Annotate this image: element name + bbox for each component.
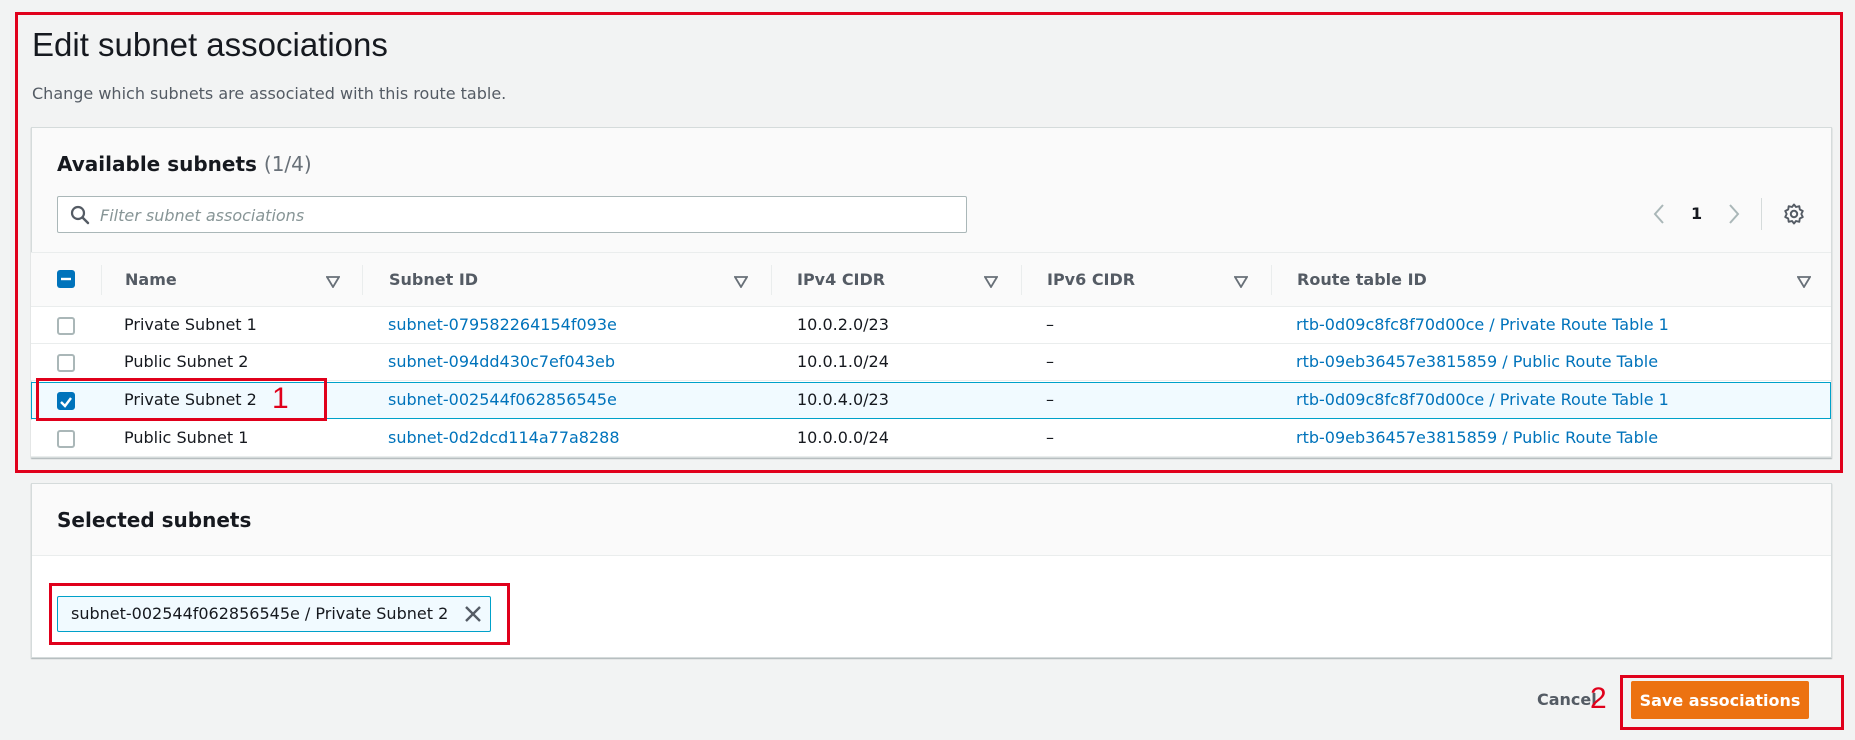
row-checkbox[interactable] — [57, 317, 75, 335]
available-subnets-count: (1/4) — [263, 152, 312, 176]
chevron-right-icon[interactable] — [1727, 203, 1741, 229]
filter-search-box[interactable] — [57, 196, 967, 233]
row-name: Public Subnet 1 — [124, 428, 249, 447]
row-ipv4-cidr: 10.0.2.0/23 — [797, 315, 889, 334]
available-subnets-label: Available subnets — [57, 152, 257, 176]
row-name: Private Subnet 2 — [124, 390, 257, 409]
column-header-ipv4-cidr[interactable]: IPv4 CIDR — [797, 270, 885, 289]
row-route-table-link[interactable]: rtb-09eb36457e3815859 / Public Route Tab… — [1296, 352, 1658, 371]
table-row[interactable]: Public Subnet 1 subnet-0d2dcd114a77a8288… — [31, 420, 1831, 457]
row-ipv4-cidr: 10.0.0.0/24 — [797, 428, 889, 447]
annotation-step1-number: 1 — [272, 382, 289, 415]
available-subnets-title: Available subnets (1/4) — [57, 152, 312, 176]
row-subnet-id-link[interactable]: subnet-079582264154f093e — [388, 315, 617, 334]
sort-icon[interactable] — [1796, 273, 1812, 292]
gear-icon[interactable] — [1783, 203, 1805, 229]
sort-icon[interactable] — [325, 273, 341, 292]
row-ipv6-cidr: – — [1046, 352, 1054, 371]
row-subnet-id-link[interactable]: subnet-094dd430c7ef043eb — [388, 352, 615, 371]
selected-subnets-header — [32, 484, 1831, 556]
table-header: Name Subnet ID IPv4 CIDR IPv6 CIDR Route… — [31, 252, 1831, 307]
row-ipv4-cidr: 10.0.4.0/23 — [797, 390, 889, 409]
select-all-checkbox[interactable] — [57, 270, 75, 288]
page-title: Edit subnet associations — [32, 26, 388, 63]
table-row[interactable]: Public Subnet 2 subnet-094dd430c7ef043eb… — [31, 344, 1831, 381]
available-subnets-header — [32, 128, 1831, 252]
row-ipv6-cidr: – — [1046, 428, 1054, 447]
page-number[interactable]: 1 — [1691, 204, 1702, 234]
selected-subnet-token: subnet-002544f062856545e / Private Subne… — [57, 596, 492, 632]
row-name: Public Subnet 2 — [124, 352, 249, 371]
page-description: Change which subnets are associated with… — [32, 84, 507, 103]
save-associations-button[interactable]: Save associations — [1631, 681, 1809, 719]
row-checkbox[interactable] — [57, 430, 75, 448]
selected-subnets-title: Selected subnets — [57, 508, 252, 532]
pager-divider — [1761, 198, 1762, 230]
row-ipv4-cidr: 10.0.1.0/24 — [797, 352, 889, 371]
row-ipv6-cidr: – — [1046, 390, 1054, 409]
row-checkbox[interactable] — [57, 354, 75, 372]
annotation-step2-number: 2 — [1590, 682, 1607, 715]
row-route-table-link[interactable]: rtb-09eb36457e3815859 / Public Route Tab… — [1296, 428, 1658, 447]
filter-search-input[interactable] — [100, 203, 950, 227]
chevron-left-icon[interactable] — [1652, 203, 1666, 229]
row-route-table-link[interactable]: rtb-0d09c8fc8f70d00ce / Private Route Ta… — [1296, 390, 1669, 409]
table-row-selected[interactable]: Private Subnet 2 subnet-002544f062856545… — [31, 382, 1831, 419]
cancel-button[interactable]: Cancel — [1537, 690, 1597, 709]
sort-icon[interactable] — [1233, 273, 1249, 292]
table-row[interactable]: Private Subnet 1 subnet-079582264154f093… — [31, 307, 1831, 344]
column-header-subnet-id[interactable]: Subnet ID — [389, 270, 478, 289]
checkmark-icon — [60, 397, 72, 408]
search-icon — [70, 205, 90, 229]
sort-icon[interactable] — [983, 273, 999, 292]
row-ipv6-cidr: – — [1046, 315, 1054, 334]
close-icon[interactable] — [464, 605, 482, 627]
selected-subnet-token-label: subnet-002544f062856545e / Private Subne… — [71, 604, 449, 623]
column-header-name[interactable]: Name — [125, 270, 177, 289]
row-checkbox-checked[interactable] — [57, 392, 75, 410]
column-header-route-table-id[interactable]: Route table ID — [1297, 270, 1427, 289]
sort-icon[interactable] — [733, 273, 749, 292]
row-subnet-id-link[interactable]: subnet-002544f062856545e — [388, 390, 617, 409]
row-subnet-id-link[interactable]: subnet-0d2dcd114a77a8288 — [388, 428, 620, 447]
column-header-ipv6-cidr[interactable]: IPv6 CIDR — [1047, 270, 1135, 289]
row-name: Private Subnet 1 — [124, 315, 257, 334]
row-route-table-link[interactable]: rtb-0d09c8fc8f70d00ce / Private Route Ta… — [1296, 315, 1669, 334]
minus-icon — [61, 277, 71, 281]
